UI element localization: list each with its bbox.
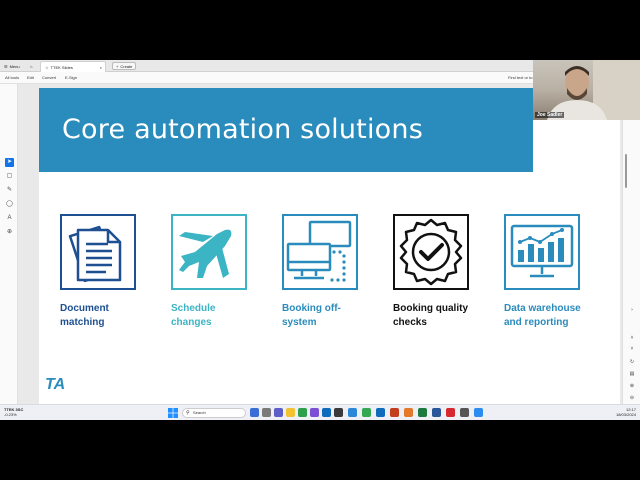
slide: Core automation solutions Document match… bbox=[39, 88, 620, 404]
page-icon[interactable]: ▤ bbox=[628, 370, 636, 378]
onenote-icon[interactable] bbox=[432, 408, 441, 417]
solution-label: Schedule changes bbox=[171, 303, 216, 328]
chevron-down-icon[interactable]: ˅ bbox=[628, 345, 636, 353]
zoom-app-icon[interactable] bbox=[474, 408, 483, 417]
teams-icon[interactable] bbox=[274, 408, 283, 417]
solution-label: Document matching bbox=[60, 303, 109, 328]
solution-label: Booking quality checks bbox=[393, 303, 468, 328]
right-rail: › ˄ ˅ ↻ ▤ ⊕ ⊖ bbox=[622, 84, 640, 404]
ta-logo: TA bbox=[45, 376, 66, 393]
windows-start-icon[interactable] bbox=[168, 408, 178, 418]
webcam-video: Joe Sadler bbox=[533, 60, 640, 120]
taskbar: TTEK 3SC -0.23% ⚲ Search 12:17 18/03/202… bbox=[0, 404, 640, 420]
convert-menu[interactable]: Convert bbox=[42, 75, 56, 80]
firefox-icon[interactable] bbox=[404, 408, 413, 417]
chrome-icon[interactable] bbox=[362, 408, 371, 417]
zoom-out-icon[interactable]: ⊖ bbox=[628, 394, 636, 402]
excel-icon[interactable] bbox=[418, 408, 427, 417]
hamburger-icon: ☰ bbox=[4, 63, 8, 69]
zoom-in-icon[interactable]: ⊕ bbox=[628, 382, 636, 390]
app-icon[interactable] bbox=[334, 408, 343, 417]
stamp-icon[interactable]: ⊕ bbox=[5, 228, 14, 237]
solution-booking-off-system: Booking off- system bbox=[282, 214, 360, 330]
menu-button[interactable]: ☰ Menu bbox=[4, 62, 20, 70]
cursor-icon[interactable]: ➤ bbox=[5, 158, 14, 167]
powerpoint-icon[interactable] bbox=[390, 408, 399, 417]
scrollbar[interactable] bbox=[625, 154, 627, 188]
esign-menu[interactable]: E-Sign bbox=[65, 75, 77, 80]
home-icon[interactable]: ⌂ bbox=[30, 62, 32, 70]
close-icon[interactable]: × bbox=[100, 65, 102, 70]
chevron-up-icon[interactable]: ˄ bbox=[628, 334, 636, 342]
slide-title: Core automation solutions bbox=[62, 114, 423, 145]
plus-icon: + bbox=[116, 63, 119, 69]
document-area: Core automation solutions Document match… bbox=[18, 84, 622, 404]
documents-icon bbox=[60, 214, 136, 290]
check-badge-icon bbox=[393, 214, 469, 290]
weather-widget[interactable]: TTEK 3SC -0.23% bbox=[4, 407, 23, 417]
search-icon: ⚲ bbox=[186, 410, 190, 416]
solution-booking-quality-checks: Booking quality checks bbox=[393, 214, 471, 330]
monitors-icon bbox=[282, 214, 358, 290]
outlook-icon[interactable] bbox=[376, 408, 385, 417]
find-text-input[interactable]: Find text or to bbox=[508, 75, 532, 80]
all-tools-menu[interactable]: All tools bbox=[5, 75, 19, 80]
mail-icon[interactable] bbox=[322, 408, 331, 417]
screen: ☰ Menu ⌂ ☆ TTEK Slides × + Create All to… bbox=[0, 60, 640, 420]
solution-label: Booking off- system bbox=[282, 303, 341, 328]
store-icon[interactable] bbox=[310, 408, 319, 417]
refresh-icon[interactable]: ↻ bbox=[628, 358, 636, 366]
comment-icon[interactable]: ▢ bbox=[5, 172, 14, 181]
chevron-right-icon[interactable]: › bbox=[628, 306, 636, 314]
solution-document-matching: Document matching bbox=[60, 214, 138, 330]
create-button[interactable]: + Create bbox=[112, 62, 137, 70]
system-clock[interactable]: 12:17 18/03/2024 bbox=[606, 407, 636, 417]
file-explorer-icon[interactable] bbox=[286, 408, 295, 417]
settings-icon[interactable] bbox=[460, 408, 469, 417]
dashboard-icon bbox=[504, 214, 580, 290]
star-icon: ☆ bbox=[45, 64, 49, 70]
solution-schedule-changes: Schedule changes bbox=[171, 214, 249, 330]
edge-icon[interactable] bbox=[298, 408, 307, 417]
text-icon[interactable]: A bbox=[5, 214, 14, 223]
pen-icon[interactable]: ✎ bbox=[5, 186, 14, 195]
title-band: Core automation solutions bbox=[39, 88, 533, 172]
left-tool-rail: ➤ ▢ ✎ ◯ A ⊕ bbox=[0, 84, 18, 404]
edit-menu[interactable]: Edit bbox=[27, 75, 34, 80]
taskbar-search-input[interactable]: ⚲ Search bbox=[182, 408, 246, 418]
tab-ttek-slides[interactable]: ☆ TTEK Slides × bbox=[40, 61, 106, 72]
widgets-icon[interactable] bbox=[262, 408, 271, 417]
solution-label: Data warehouse and reporting bbox=[504, 303, 581, 328]
word-icon[interactable] bbox=[348, 408, 357, 417]
airplane-icon bbox=[171, 214, 247, 290]
participant-name: Joe Sadler bbox=[535, 112, 565, 118]
lasso-icon[interactable]: ◯ bbox=[5, 200, 14, 209]
person-silhouette-icon bbox=[547, 60, 640, 120]
solution-data-warehouse: Data warehouse and reporting bbox=[504, 214, 582, 330]
task-view-icon[interactable] bbox=[250, 408, 259, 417]
acrobat-icon[interactable] bbox=[446, 408, 455, 417]
